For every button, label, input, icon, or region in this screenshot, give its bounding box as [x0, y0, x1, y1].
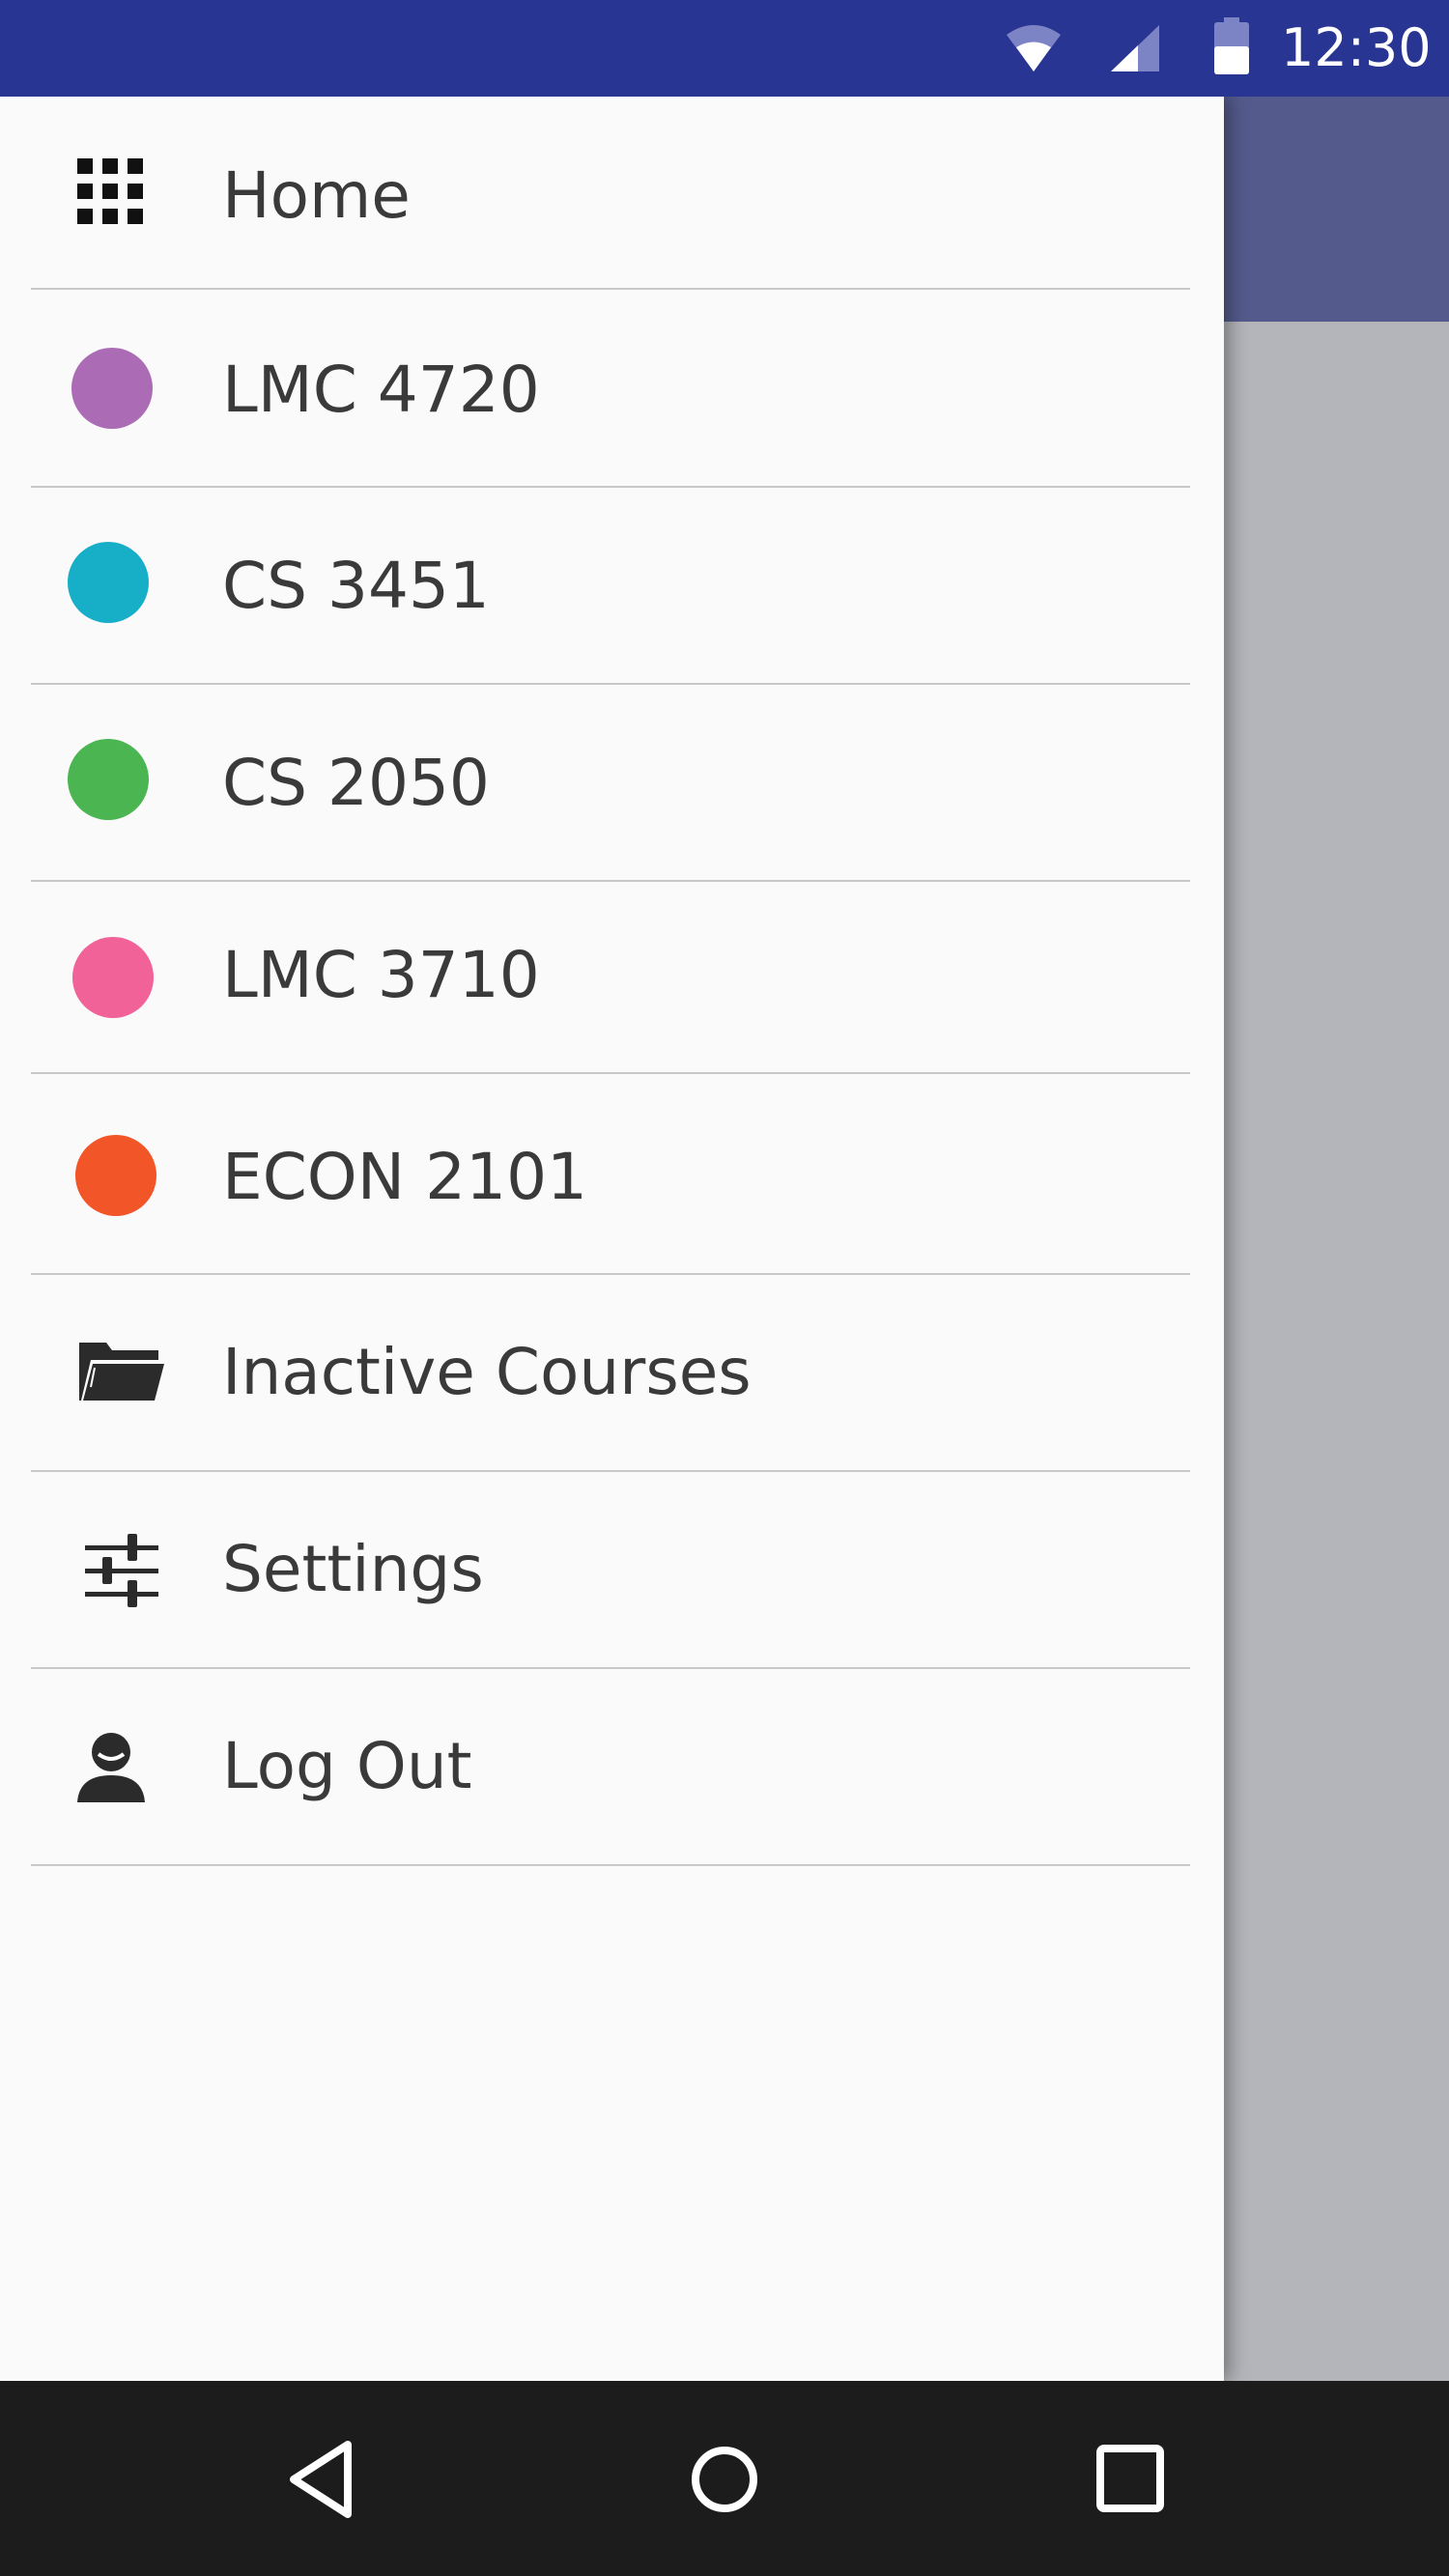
drawer-item-home[interactable]: Home [0, 97, 1224, 290]
course-dot-icon [68, 739, 149, 820]
status-time: 12:30 [1281, 17, 1432, 78]
drawer-item-log-out[interactable]: Log Out [0, 1669, 1224, 1866]
drawer-item-label: Log Out [222, 1729, 472, 1803]
drawer-item-lmc-4720[interactable]: LMC 4720 [0, 290, 1224, 488]
course-dot-icon [75, 1135, 156, 1216]
drawer-item-label: LMC 4720 [222, 353, 540, 427]
drawer-item-cs-3451[interactable]: CS 3451 [0, 488, 1224, 685]
course-dot-icon [68, 542, 149, 623]
drawer-item-cs-2050[interactable]: CS 2050 [0, 685, 1224, 882]
drawer-item-label: Settings [222, 1532, 484, 1606]
drawer-item-lmc-3710[interactable]: LMC 3710 [0, 882, 1224, 1074]
status-bar: 12:30 [0, 0, 1449, 97]
signal-icon [1111, 25, 1159, 71]
navigation-drawer: Home LMC 4720 CS 3451 CS 2050 LMC 3710 E… [0, 97, 1224, 2381]
drawer-item-settings[interactable]: Settings [0, 1472, 1224, 1669]
course-dot-icon [71, 348, 153, 429]
grid-icon [77, 158, 143, 224]
drawer-item-label: CS 3451 [222, 549, 490, 623]
sliders-icon [85, 1534, 158, 1607]
drawer-item-inactive-courses[interactable]: Inactive Courses [0, 1275, 1224, 1472]
drawer-item-label: Home [222, 158, 411, 233]
system-nav-bar [0, 2381, 1449, 2576]
wifi-icon [1007, 25, 1061, 71]
drawer-item-econ-2101[interactable]: ECON 2101 [0, 1074, 1224, 1275]
home-icon[interactable] [671, 2425, 778, 2532]
course-dot-icon [72, 937, 154, 1018]
person-icon [77, 1733, 145, 1802]
drawer-item-label: LMC 3710 [222, 938, 540, 1012]
drawer-item-label: Inactive Courses [222, 1335, 752, 1409]
battery-icon [1214, 17, 1249, 74]
recents-icon[interactable] [1077, 2425, 1183, 2532]
screen: 12:30 Home LMC 4720 CS 3451 CS 2050 LMC … [0, 0, 1449, 2576]
drawer-item-label: ECON 2101 [222, 1140, 588, 1214]
drawer-item-label: CS 2050 [222, 746, 490, 820]
divider [31, 1864, 1190, 1866]
folder-icon [79, 1343, 164, 1401]
back-icon[interactable] [270, 2425, 377, 2532]
